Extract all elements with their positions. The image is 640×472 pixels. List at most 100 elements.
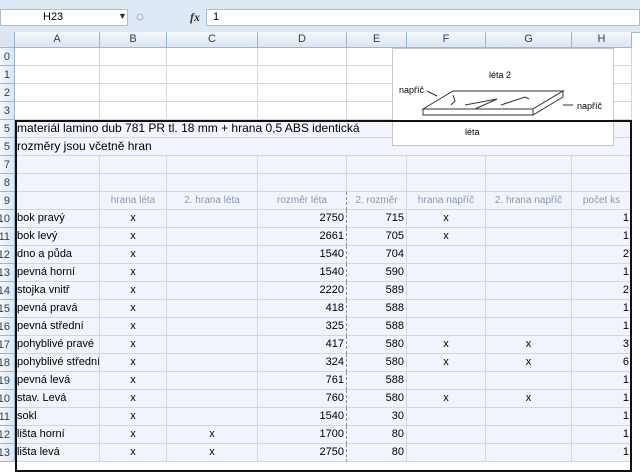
row-header[interactable]: 7 bbox=[0, 156, 15, 174]
cell[interactable] bbox=[167, 156, 258, 174]
column-header-b[interactable]: B bbox=[100, 32, 167, 48]
cell[interactable] bbox=[100, 102, 167, 120]
table-cell[interactable]: 418 bbox=[258, 300, 347, 318]
row-header[interactable]: 19 bbox=[0, 372, 15, 390]
table-cell[interactable] bbox=[486, 228, 572, 246]
row-header[interactable]: 8 bbox=[0, 174, 15, 192]
column-header-a[interactable]: A bbox=[15, 32, 100, 48]
cell[interactable] bbox=[100, 66, 167, 84]
table-cell[interactable] bbox=[167, 228, 258, 246]
table-cell[interactable] bbox=[407, 282, 486, 300]
name-box[interactable]: H23 bbox=[0, 9, 128, 26]
cell[interactable] bbox=[167, 84, 258, 102]
insert-function-icon[interactable]: fx bbox=[190, 10, 200, 25]
row-header[interactable]: 10 bbox=[0, 210, 15, 228]
row-name[interactable]: stojka vnitř bbox=[15, 282, 100, 300]
row-header[interactable]: 5 bbox=[0, 120, 15, 138]
row-name[interactable]: bok pravý bbox=[15, 210, 100, 228]
cell[interactable] bbox=[15, 174, 100, 192]
cell[interactable] bbox=[167, 66, 258, 84]
table-cell[interactable]: x bbox=[100, 282, 167, 300]
table-cell[interactable]: 1700 bbox=[258, 426, 347, 444]
table-cell[interactable]: x bbox=[100, 408, 167, 426]
table-cell[interactable] bbox=[407, 264, 486, 282]
table-cell[interactable] bbox=[167, 210, 258, 228]
table-cell[interactable] bbox=[486, 300, 572, 318]
table-cell[interactable]: 1540 bbox=[258, 246, 347, 264]
table-header[interactable]: 2. hrana napříč bbox=[486, 192, 572, 210]
select-all-corner[interactable] bbox=[0, 32, 15, 48]
chevron-down-icon[interactable]: ▼ bbox=[118, 11, 127, 21]
table-cell[interactable]: x bbox=[100, 372, 167, 390]
cell[interactable] bbox=[15, 48, 100, 66]
table-cell[interactable]: x bbox=[100, 210, 167, 228]
row-name[interactable]: sokl bbox=[15, 408, 100, 426]
table-cell[interactable]: 2661 bbox=[258, 228, 347, 246]
row-header[interactable]: 3 bbox=[0, 102, 15, 120]
table-cell[interactable]: x bbox=[407, 228, 486, 246]
row-name[interactable]: dno a půda bbox=[15, 246, 100, 264]
table-header[interactable]: 2. rozměr bbox=[347, 192, 407, 210]
table-cell[interactable]: x bbox=[100, 426, 167, 444]
cell[interactable] bbox=[258, 84, 347, 102]
table-cell[interactable]: x bbox=[407, 210, 486, 228]
table-cell[interactable]: x bbox=[407, 336, 486, 354]
table-header[interactable]: hrana léta bbox=[100, 192, 167, 210]
table-cell[interactable]: 761 bbox=[258, 372, 347, 390]
table-cell[interactable]: 30 bbox=[347, 408, 407, 426]
column-header-c[interactable]: C bbox=[167, 32, 258, 48]
cell[interactable] bbox=[15, 156, 100, 174]
table-cell[interactable]: 580 bbox=[347, 354, 407, 372]
column-header-h[interactable]: H bbox=[572, 32, 632, 48]
table-cell[interactable] bbox=[407, 246, 486, 264]
table-cell[interactable]: 580 bbox=[347, 390, 407, 408]
table-cell[interactable]: 1 bbox=[572, 210, 632, 228]
table-cell[interactable] bbox=[407, 372, 486, 390]
table-cell[interactable]: x bbox=[486, 354, 572, 372]
row-header[interactable]: 12 bbox=[0, 246, 15, 264]
table-cell[interactable]: x bbox=[407, 354, 486, 372]
table-cell[interactable] bbox=[407, 408, 486, 426]
table-cell[interactable] bbox=[167, 264, 258, 282]
row-header[interactable]: 0 bbox=[0, 48, 15, 66]
table-cell[interactable] bbox=[486, 426, 572, 444]
table-cell[interactable]: x bbox=[486, 336, 572, 354]
table-cell[interactable] bbox=[167, 408, 258, 426]
table-cell[interactable]: 2220 bbox=[258, 282, 347, 300]
row-header[interactable]: 17 bbox=[0, 336, 15, 354]
table-cell[interactable] bbox=[486, 408, 572, 426]
row-name[interactable]: pohyblivé střední bbox=[15, 354, 100, 372]
cell[interactable] bbox=[167, 48, 258, 66]
cell[interactable] bbox=[167, 102, 258, 120]
row-header[interactable]: 15 bbox=[0, 300, 15, 318]
cell[interactable] bbox=[258, 156, 347, 174]
table-cell[interactable]: 1 bbox=[572, 318, 632, 336]
cell[interactable] bbox=[15, 84, 100, 102]
cell[interactable] bbox=[15, 66, 100, 84]
formula-bar-resize-handle[interactable] bbox=[136, 10, 144, 24]
table-cell[interactable]: 2 bbox=[572, 246, 632, 264]
row-header[interactable]: 1 bbox=[0, 66, 15, 84]
table-cell[interactable]: 580 bbox=[347, 336, 407, 354]
table-cell[interactable] bbox=[167, 318, 258, 336]
table-header[interactable]: hrana napříč bbox=[407, 192, 486, 210]
table-cell[interactable] bbox=[486, 318, 572, 336]
row-header[interactable]: 13 bbox=[0, 444, 15, 462]
table-cell[interactable]: 1540 bbox=[258, 264, 347, 282]
table-cell[interactable]: 1 bbox=[572, 228, 632, 246]
table-cell[interactable]: 704 bbox=[347, 246, 407, 264]
row-name[interactable]: lišta horní bbox=[15, 426, 100, 444]
table-cell[interactable]: x bbox=[100, 354, 167, 372]
table-cell[interactable]: 590 bbox=[347, 264, 407, 282]
table-cell[interactable] bbox=[167, 300, 258, 318]
table-cell[interactable] bbox=[167, 282, 258, 300]
table-cell[interactable]: x bbox=[167, 444, 258, 462]
table-cell[interactable]: 1 bbox=[572, 372, 632, 390]
table-cell[interactable]: 1 bbox=[572, 390, 632, 408]
table-cell[interactable]: x bbox=[100, 228, 167, 246]
cell[interactable] bbox=[100, 84, 167, 102]
cell[interactable] bbox=[100, 174, 167, 192]
cell[interactable] bbox=[15, 102, 100, 120]
table-cell[interactable]: 588 bbox=[347, 300, 407, 318]
formula-input[interactable]: 1 bbox=[206, 9, 640, 26]
